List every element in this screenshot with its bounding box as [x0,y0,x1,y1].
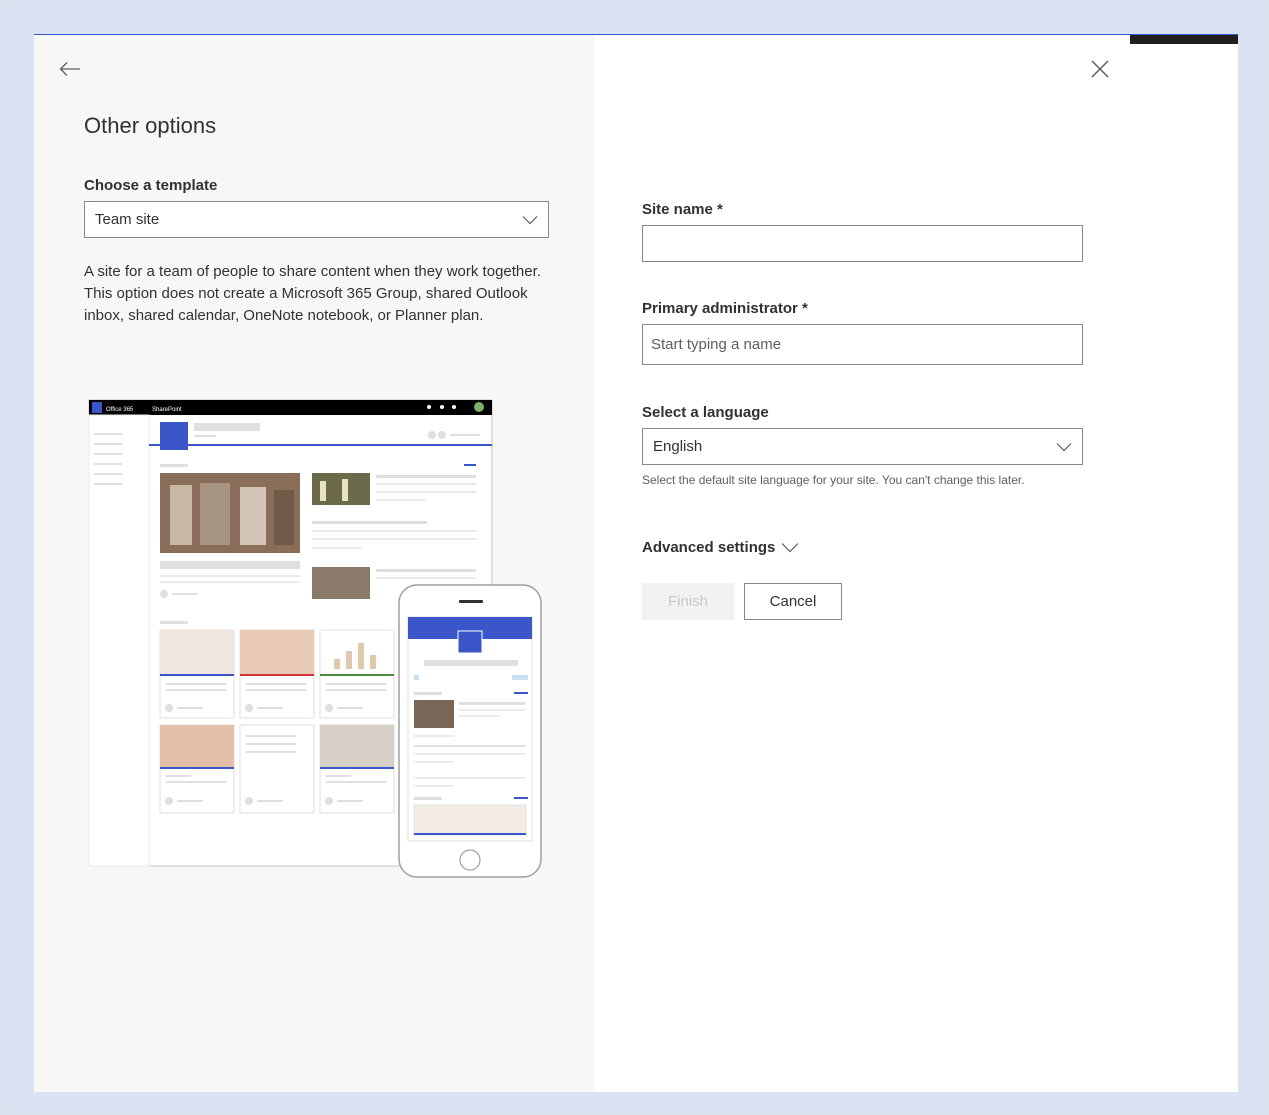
close-button[interactable] [1084,53,1116,85]
language-selected-value: English [653,438,703,455]
chevron-down-icon [781,543,799,553]
primary-admin-label: Primary administrator * [642,300,808,317]
language-dropdown[interactable]: English [642,428,1083,465]
back-button[interactable] [54,53,86,85]
preview-product-name: SharePoint [152,407,182,413]
chevron-down-icon [1056,439,1072,455]
template-label: Choose a template [84,177,218,194]
close-icon [1091,60,1109,78]
site-name-input[interactable] [642,225,1083,262]
language-help-text: Select the default site language for you… [642,473,1025,487]
advanced-settings-toggle[interactable]: Advanced settings [642,539,799,556]
template-description: A site for a team of people to share con… [84,263,541,324]
cancel-button[interactable]: Cancel [744,583,842,620]
create-site-dialog: Other options Choose a template Team sit… [34,34,1238,1092]
arrow-left-icon [59,62,80,76]
template-pane: Other options Choose a template Team sit… [34,35,594,1092]
advanced-settings-label: Advanced settings [642,539,776,556]
language-label: Select a language [642,404,769,421]
page-title: Other options [84,113,217,138]
chevron-down-icon [522,212,538,228]
primary-admin-input[interactable] [642,324,1083,365]
template-selected-value: Team site [95,211,160,228]
corner-bar [1130,35,1238,44]
finish-button[interactable]: Finish [642,583,734,620]
template-dropdown[interactable]: Team site [84,201,549,238]
site-name-label: Site name * [642,201,723,218]
preview-app-name: Office 365 [106,407,134,413]
template-preview-illustration: Office 365 SharePoint [88,399,542,878]
